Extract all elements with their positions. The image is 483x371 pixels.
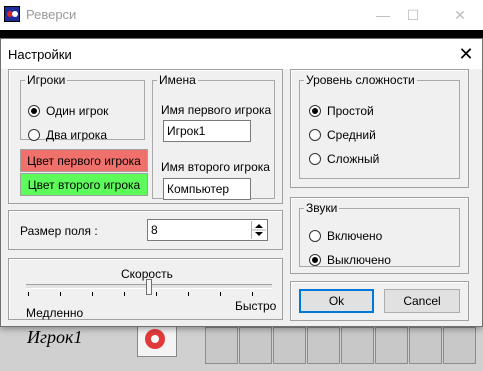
main-close-icon[interactable]: ✕ [440,0,480,30]
sound-group-legend: Звуки [306,201,338,215]
difficulty-group: Уровень сложности Простой Средний Сложны… [299,73,460,179]
board-cell[interactable] [443,327,476,364]
board-cell[interactable] [409,327,442,364]
difficulty-panel: Уровень сложности Простой Средний Сложны… [290,69,469,188]
sound-on-radio[interactable]: Включено [309,228,382,244]
main-toolbar-strip [0,30,483,38]
slider-tick [156,292,157,296]
sound-off-label: Выключено [327,253,391,267]
board-cell[interactable] [273,327,306,364]
board-cell[interactable] [205,327,238,364]
slider-tick [220,292,221,296]
settings-dialog: Настройки ✕ Игроки Один игрок Два игрока… [0,38,483,327]
radio-checked-icon [309,254,321,266]
current-player-name: Игрок1 [27,327,83,347]
two-players-label: Два игрока [46,128,107,142]
cancel-button[interactable]: Cancel [384,289,460,313]
names-group: Имена Имя первого игрока Игрок1 Имя втор… [152,73,275,200]
speed-min-label: Медленно [26,306,84,320]
slider-tick [60,292,61,296]
second-player-name-input[interactable]: Компьютер [163,178,251,200]
second-player-color-button[interactable]: Цвет второго игрока [20,173,148,196]
sound-off-radio[interactable]: Выключено [309,252,391,268]
slider-tick [28,292,29,296]
difficulty-hard-radio[interactable]: Сложный [309,151,379,167]
radio-unchecked-icon [309,129,321,141]
slider-tick [188,292,189,296]
difficulty-group-legend: Уровень сложности [306,73,415,87]
ok-button[interactable]: Ok [299,289,374,313]
players-group-legend: Игроки [27,73,66,87]
names-group-legend: Имена [159,73,196,87]
radio-unchecked-icon [309,230,321,242]
second-player-name-label: Имя второго игрока [161,160,270,174]
board-cell[interactable] [375,327,408,364]
main-window-title: Реверси [26,7,77,22]
dialog-title: Настройки [8,47,72,62]
difficulty-easy-radio[interactable]: Простой [309,103,374,119]
two-players-radio[interactable]: Два игрока [28,127,107,143]
spinner-buttons[interactable] [251,221,266,239]
sound-group: Звуки Включено Выключено [299,201,460,267]
first-player-color-button[interactable]: Цвет первого игрока [20,149,148,172]
difficulty-medium-label: Средний [327,128,376,142]
sound-on-label: Включено [327,229,383,243]
maximize-icon[interactable]: ☐ [393,0,433,30]
board-size-label: Размер поля : [20,224,98,238]
first-player-name-input[interactable]: Игрок1 [163,120,251,142]
speed-slider-thumb[interactable] [146,279,152,295]
board-cell[interactable] [341,327,374,364]
current-player-piece-box [137,327,177,357]
sound-panel: Звуки Включено Выключено [290,197,469,274]
first-player-name-label: Имя первого игрока [161,103,272,117]
one-player-label: Один игрок [46,104,109,118]
speed-panel: Скорость Медленно Быстро [8,258,283,320]
board-size-spinner[interactable]: 8 [147,219,268,241]
player-piece-icon [145,329,165,349]
slider-tick [92,292,93,296]
radio-checked-icon [28,105,40,117]
slider-tick [252,292,253,296]
speed-max-label: Быстро [235,299,277,313]
board-size-panel: Размер поля : 8 [8,210,283,250]
board-cell[interactable] [239,327,272,364]
spinner-arrows-icon [252,224,266,236]
difficulty-easy-label: Простой [327,104,374,118]
radio-checked-icon [309,105,321,117]
players-group: Игроки Один игрок Два игрока [20,73,145,143]
dialog-titlebar [1,39,482,69]
buttons-panel: Ok Cancel [290,281,469,321]
players-panel: Игроки Один игрок Два игрока Имена Имя п… [8,69,283,204]
slider-tick [124,292,125,296]
close-icon[interactable]: ✕ [454,42,478,66]
radio-unchecked-icon [28,129,40,141]
board-cell[interactable] [307,327,340,364]
radio-unchecked-icon [309,153,321,165]
board-size-value: 8 [151,223,158,237]
one-player-radio[interactable]: Один игрок [28,103,108,119]
difficulty-hard-label: Сложный [327,152,380,166]
difficulty-medium-radio[interactable]: Средний [309,127,376,143]
reversi-app-icon [4,6,20,22]
